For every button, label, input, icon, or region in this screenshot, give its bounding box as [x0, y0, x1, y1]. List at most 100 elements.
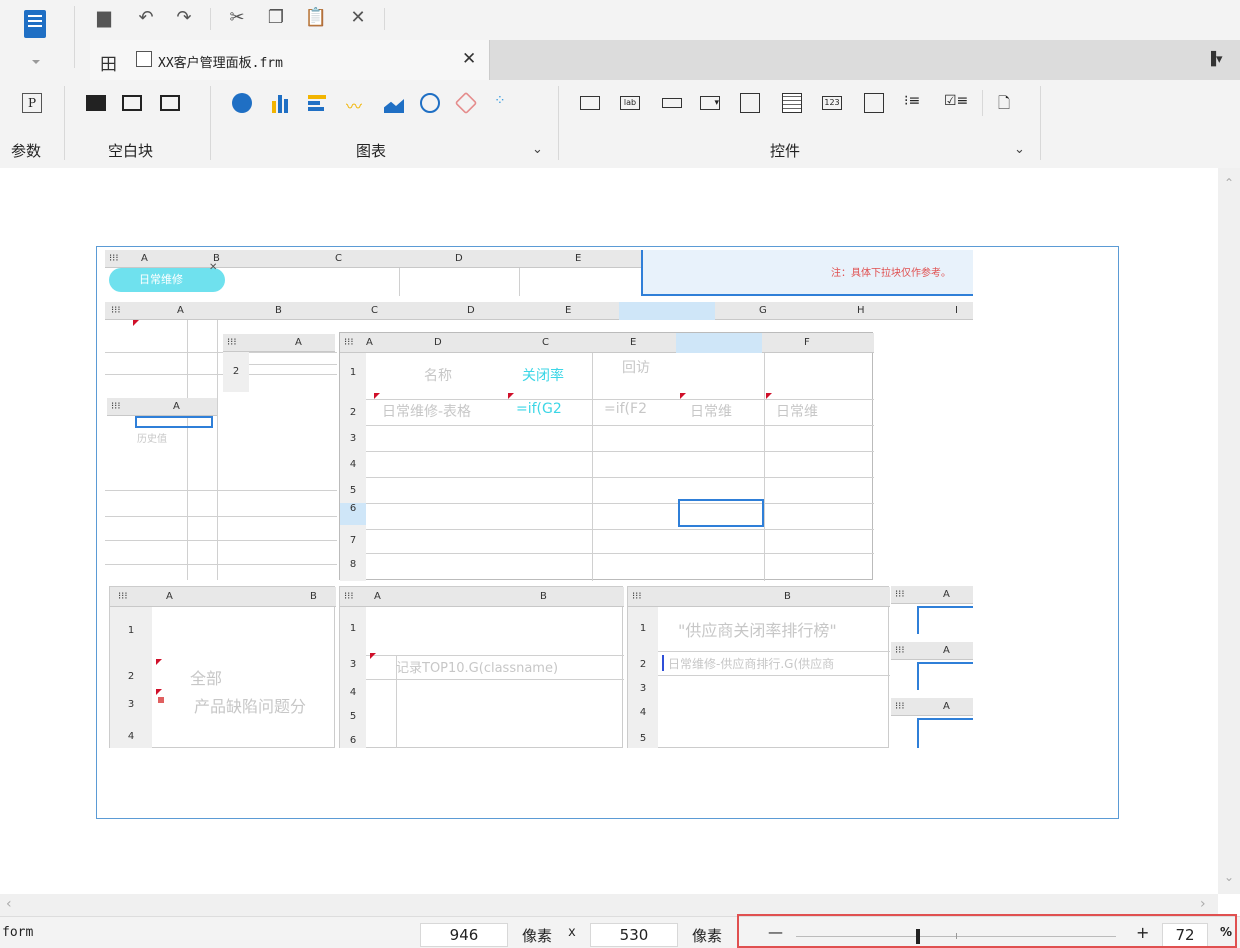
mini-block-3[interactable]: ⁝⁝⁝ A: [891, 698, 973, 748]
paste-icon[interactable]: 📋: [304, 6, 328, 30]
text-field-widget-icon[interactable]: [662, 98, 682, 108]
col-label: A: [943, 701, 950, 712]
divider: [558, 86, 559, 160]
scroll-down-icon[interactable]: ⌄: [1224, 870, 1234, 884]
undo-icon[interactable]: ↶: [134, 6, 158, 30]
divider: [982, 90, 983, 116]
col-label: D: [434, 337, 442, 348]
app-menu-button[interactable]: [16, 6, 56, 68]
label-widget-icon[interactable]: lab: [620, 96, 640, 110]
horizontal-scrollbar[interactable]: ‹ ›: [0, 894, 1218, 916]
copy-icon[interactable]: ❐: [264, 6, 288, 30]
height-field[interactable]: 530: [590, 923, 678, 947]
search-widget-icon[interactable]: 🗋: [998, 93, 1018, 113]
cell-supplier-formula: 日常维修-供应商排行.G(供应商: [668, 657, 835, 671]
col-label: B: [784, 591, 791, 602]
group-label-controls: 控件: [770, 142, 801, 160]
bottom-block-2[interactable]: ⁝⁝⁝ A B 1 3 4 5 6 记录TOP10.G(classname): [339, 586, 624, 748]
bar-chart-icon[interactable]: [270, 93, 290, 113]
radar-chart-icon[interactable]: [454, 91, 478, 115]
cell-formula-f2: =if(F2: [604, 401, 647, 417]
header-cell-closerate: 关闭率: [522, 368, 564, 384]
cell-daily-1: 日常维: [690, 404, 732, 420]
inner-row-header: 1 2 3 4 5 6 7 8: [340, 353, 366, 581]
header-cell-revisit: 回访: [622, 360, 650, 376]
zoom-control-highlight: [737, 914, 1237, 948]
col-label: A: [943, 589, 950, 600]
col-label: A: [141, 253, 148, 264]
col-label: A: [173, 401, 180, 412]
dropdown-widget-icon[interactable]: ▾: [700, 96, 720, 110]
mini-block-2[interactable]: ⁝⁝⁝ A: [891, 642, 973, 690]
col-label: G: [759, 305, 767, 316]
delete-icon[interactable]: ✕: [346, 6, 370, 30]
close-icon[interactable]: ✕: [462, 49, 476, 69]
vertical-scrollbar[interactable]: ⌃ ⌄: [1218, 168, 1240, 894]
form-icon: [136, 51, 152, 67]
chevron-down-icon[interactable]: ⌄: [532, 142, 543, 157]
width-field[interactable]: 946: [420, 923, 508, 947]
col-label: A: [943, 645, 950, 656]
mode-label: form: [2, 925, 34, 940]
cell-all: 全部: [190, 669, 223, 688]
cell-formula-g2: =if(G2: [516, 401, 562, 417]
text-area-widget-icon[interactable]: [864, 93, 884, 113]
col-label: B: [540, 591, 547, 602]
small-block-header: ⁝⁝⁝ A: [223, 334, 335, 352]
width-unit: 像素: [522, 927, 553, 945]
col-label: A: [177, 305, 184, 316]
selected-cell[interactable]: [135, 416, 213, 428]
scroll-left-icon[interactable]: ‹: [6, 896, 12, 912]
horizontal-bar-icon[interactable]: [308, 93, 328, 113]
cell-daily-2: 日常维: [776, 404, 818, 420]
checkbox-group-icon[interactable]: ☑≡: [944, 93, 968, 113]
top-toolbar: ▆ ↶ ↷ ✂ ❐ 📋 ✕ 田 XX客户管理面板.frm ✕ ▐▾ P 参数 空…: [0, 0, 1240, 168]
divider: [384, 8, 385, 30]
group-label-blank: 空白块: [108, 142, 154, 160]
bottom-block-1[interactable]: ⁝⁝⁝ A B 1 2 3 4 全部 产品缺陷问题分: [109, 586, 336, 748]
main-table-block[interactable]: ⁝⁝⁝ A D C E F F 1 2 3 4 5 6 7 8 名称 关闭率: [339, 332, 874, 581]
divider: [64, 86, 65, 160]
save-icon[interactable]: ▆: [92, 6, 116, 30]
selected-cell[interactable]: [678, 499, 764, 527]
group-label-params: 参数: [11, 142, 42, 160]
col-label: A: [366, 337, 373, 348]
calendar-widget-icon[interactable]: [782, 93, 802, 113]
col-label: C: [542, 337, 549, 348]
scroll-up-icon[interactable]: ⌃: [1224, 176, 1234, 190]
tab-block-icon[interactable]: [122, 95, 142, 111]
radio-group-icon[interactable]: ⁝≡: [904, 93, 924, 113]
cell-supplier-title: "供应商关闭率排行榜": [678, 621, 837, 640]
tab-customer-panel[interactable]: 田 XX客户管理面板.frm ✕: [90, 40, 490, 80]
col-label: E: [630, 337, 637, 348]
mini-block-1[interactable]: ⁝⁝⁝ A: [891, 586, 973, 636]
absolute-block-icon[interactable]: [86, 95, 106, 111]
col-label: A: [295, 337, 302, 348]
date-widget-icon[interactable]: [740, 93, 760, 113]
number-widget-icon[interactable]: 123: [822, 96, 842, 110]
close-icon[interactable]: ✕: [209, 262, 217, 273]
height-unit: 像素: [692, 927, 723, 945]
redo-icon[interactable]: ↷: [172, 6, 196, 30]
parameter-icon[interactable]: P: [22, 93, 42, 113]
line-chart-icon[interactable]: 〰: [346, 93, 366, 116]
chevron-down-icon[interactable]: ⌄: [1014, 142, 1025, 157]
layout-block-icon[interactable]: [160, 95, 180, 111]
number-widget-text: 123: [824, 98, 840, 107]
bottom-block-3[interactable]: ⁝⁝⁝ B 1 2 3 4 5 "供应商关闭率排行榜" 日常维修-供应商排行.G…: [627, 586, 890, 748]
divider: [210, 8, 211, 30]
col-label: E: [565, 305, 572, 316]
col-label: B: [275, 305, 282, 316]
tab-menu-icon[interactable]: ▐▾: [1206, 52, 1223, 67]
button-widget-icon[interactable]: [580, 96, 600, 110]
cut-icon[interactable]: ✂: [225, 6, 249, 30]
scroll-right-icon[interactable]: ›: [1200, 896, 1206, 912]
row-label: 2: [223, 352, 249, 392]
report-blocks[interactable]: ⁝⁝⁝ A B C D E 注：具体下拉块仅作参考。 日常维修 ✕ ⁝⁝⁝ A …: [105, 248, 973, 748]
scatter-chart-icon[interactable]: ⁘: [494, 93, 514, 113]
daily-repair-tab[interactable]: 日常维修: [109, 268, 225, 292]
cell-top10: 记录TOP10.G(classname): [396, 661, 559, 676]
pie-chart-icon[interactable]: [232, 93, 252, 113]
area-chart-icon[interactable]: [384, 93, 404, 113]
gauge-chart-icon[interactable]: [420, 93, 440, 113]
